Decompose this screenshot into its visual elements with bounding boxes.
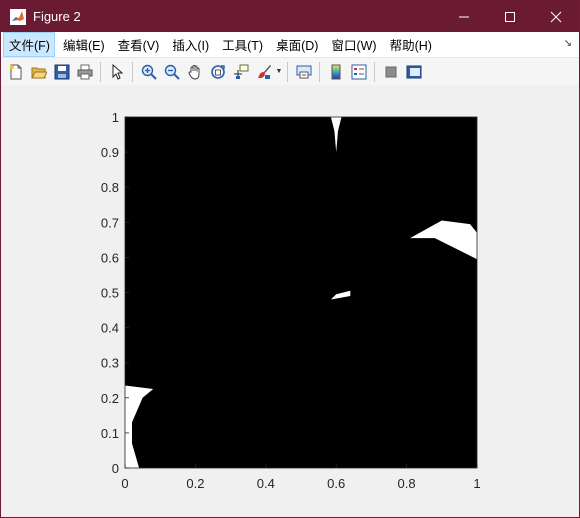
maximize-button[interactable] [487,1,533,32]
brush-icon [257,64,271,79]
toolbar-separator [319,61,320,82]
colorbar-button[interactable] [324,61,347,83]
zoom-in-button[interactable] [137,61,160,83]
matlab-logo-icon [10,8,26,25]
open-file-button[interactable] [27,61,50,83]
zoom-out-icon [164,64,180,80]
y-tick-label: 1 [112,110,119,125]
pan-hand-icon [188,64,199,79]
y-tick-label: 0.7 [101,215,119,230]
figure-toolbar: ▼ [1,58,579,86]
legend-button[interactable] [347,61,370,83]
x-tick-label: 0.4 [257,476,275,491]
link-plot-button[interactable] [292,61,315,83]
pan-button[interactable] [183,61,206,83]
x-tick-label: 0.2 [186,476,204,491]
plot-svg: 0 0.2 0.4 0.6 0.8 1 0 0.1 0.2 0.3 0.4 0.5 0.6 0.7 0.8 0… [101,110,481,491]
x-tick-label: 0 [121,476,128,491]
y-tick-label: 0 [112,461,119,476]
save-icon [54,64,69,79]
y-tick-label: 0.2 [101,391,119,406]
menu-window[interactable]: 窗口(W) [325,32,381,57]
menu-help[interactable]: 帮助(H) [384,32,437,57]
legend-icon [351,64,366,79]
x-tick-label: 0.8 [398,476,416,491]
toolbar-separator [374,61,375,82]
y-tick-label: 0.4 [101,321,119,336]
toolbar-separator [100,61,101,82]
show-plot-tools-icon [406,65,421,78]
menu-insert[interactable]: 插入(I) [166,32,214,57]
open-file-icon [30,67,47,78]
brush-button[interactable] [252,61,275,83]
x-tick-label: 1 [473,476,480,491]
edit-plot-arrow-icon [112,63,123,80]
minimize-button[interactable] [441,1,487,32]
zoom-in-icon [141,64,157,80]
show-plot-tools-button[interactable] [402,61,425,83]
data-cursor-icon [233,64,248,79]
save-button[interactable] [50,61,73,83]
colorbar-icon [331,64,340,79]
close-icon [550,11,562,22]
x-tick-label: 0.6 [327,476,345,491]
toolbar-separator [132,61,133,82]
dock-arrow-icon[interactable]: ↘ [564,38,572,49]
zoom-out-button[interactable] [160,61,183,83]
menu-file[interactable]: 文件(F) [3,32,55,57]
edit-plot-button[interactable] [105,61,128,83]
data-cursor-button[interactable] [229,61,252,83]
figure-canvas: 0 0.2 0.4 0.6 0.8 1 0 0.1 0.2 0.3 0.4 0.5 0.6 0.7 0.8 0… [1,85,579,517]
y-tick-label: 0.3 [101,356,119,371]
menu-bar: 文件(F) 编辑(E) 查看(V) 插入(I) 工具(T) 桌面(D) 窗口(W… [1,32,579,58]
print-icon [77,64,92,79]
link-plot-icon [296,65,311,78]
image-background [125,117,477,468]
rotate-3d-icon [210,64,225,79]
maximize-icon [505,11,515,22]
y-tick-label: 0.1 [101,426,119,441]
hide-plot-tools-button[interactable] [379,61,402,83]
brush-dropdown-icon[interactable]: ▼ [275,61,283,83]
new-figure-icon [9,64,21,79]
y-tick-label: 0.9 [101,145,119,160]
minimize-icon [459,16,469,17]
y-tick-label: 0.5 [101,286,119,301]
y-tick-label: 0.8 [101,180,119,195]
menu-tools[interactable]: 工具(T) [216,32,268,57]
window-title: Figure 2 [33,9,81,24]
menu-edit[interactable]: 编辑(E) [57,32,110,57]
menu-desktop[interactable]: 桌面(D) [270,32,323,57]
rotate-3d-button[interactable] [206,61,229,83]
hide-plot-tools-icon [385,66,396,77]
menu-view[interactable]: 查看(V) [112,32,165,57]
y-tick-label: 0.6 [101,250,119,265]
title-bar[interactable]: Figure 2 [1,1,579,32]
toolbar-separator [287,61,288,82]
print-button[interactable] [73,61,96,83]
figure-window: Figure 2 文件(F) 编辑(E) 查看(V) 插入(I) 工具(T) 桌… [0,0,580,518]
new-figure-button[interactable] [4,61,27,83]
close-button[interactable] [533,1,579,32]
